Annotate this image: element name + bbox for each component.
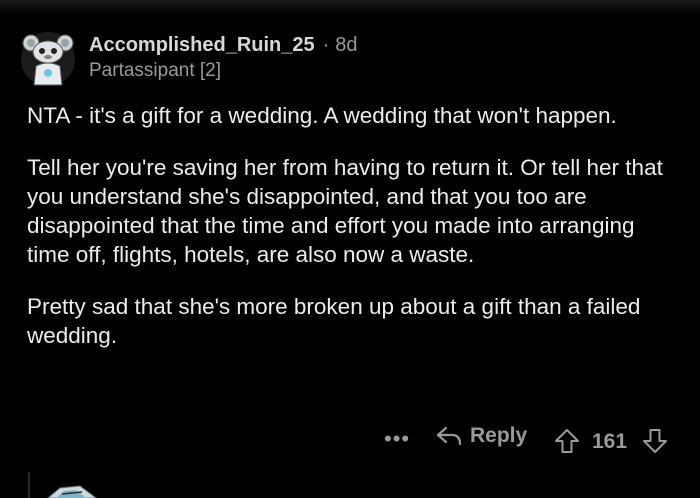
user-flair: Partassipant [2] (89, 60, 222, 81)
reply-arrow-icon (436, 426, 462, 446)
downvote-arrow-icon (643, 429, 667, 453)
upvote-button[interactable] (554, 428, 580, 459)
reply-avatar-icon (47, 485, 97, 498)
comment-paragraph: NTA - it's a gift for a wedding. A weddi… (27, 103, 617, 128)
upvote-arrow-icon (555, 429, 579, 453)
comment-meta: Accomplished_Ruin_25 · 8d (89, 34, 358, 57)
top-edge (0, 0, 700, 14)
comment-paragraph: Tell her you're saving her from having t… (27, 155, 663, 267)
more-options-icon: ••• (384, 426, 411, 451)
user-avatar[interactable] (20, 30, 76, 88)
reply-label: Reply (470, 424, 528, 447)
meta-separator: · (322, 34, 330, 56)
reply-avatar[interactable] (42, 482, 102, 498)
snoo-avatar-icon (21, 32, 75, 86)
comment-timestamp: 8d (335, 34, 358, 56)
comment-paragraph: Pretty sad that she's more broken up abo… (27, 294, 641, 348)
more-options-button[interactable]: ••• (384, 426, 410, 452)
vote-score: 161 (592, 430, 628, 453)
comment-body: NTA - it's a gift for a wedding. A weddi… (27, 101, 677, 373)
username-link[interactable]: Accomplished_Ruin_25 (89, 34, 315, 56)
comment-actions: ••• Reply 161 (0, 424, 700, 458)
thread-line[interactable] (28, 472, 30, 498)
reply-button[interactable]: Reply (436, 424, 527, 448)
downvote-button[interactable] (642, 428, 668, 459)
